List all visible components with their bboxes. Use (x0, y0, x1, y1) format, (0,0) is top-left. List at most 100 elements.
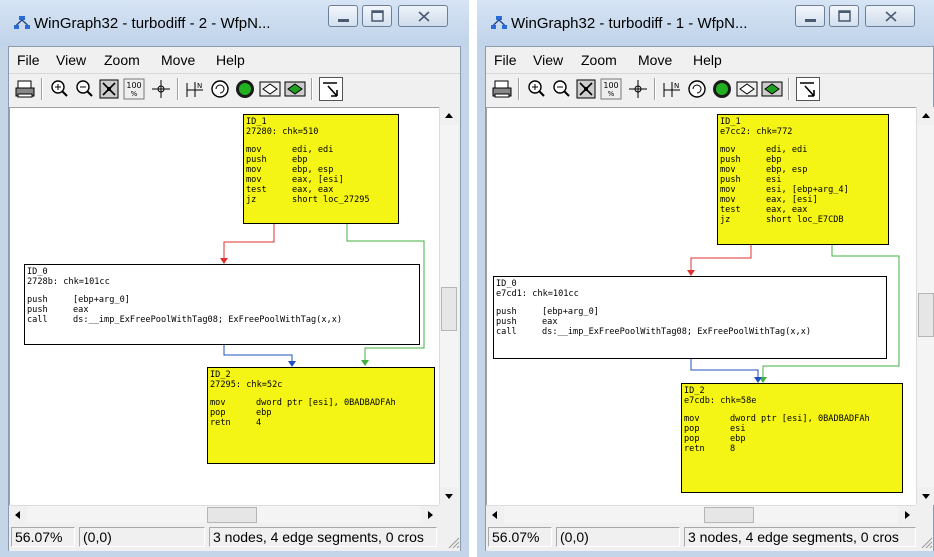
instruction-line: mov ebp, esp (246, 165, 334, 175)
arrow-up-icon (445, 113, 453, 118)
menu-view[interactable]: View (56, 52, 86, 68)
scroll-down-button[interactable] (917, 487, 934, 505)
menu-move[interactable]: Move (161, 52, 195, 68)
instruction-line: push eax (27, 305, 89, 315)
node-button[interactable] (760, 77, 784, 101)
vertical-scroll-thumb[interactable] (441, 287, 457, 331)
close-button[interactable] (865, 5, 915, 27)
menu-file[interactable]: File (494, 52, 517, 68)
fit-button[interactable] (97, 77, 121, 101)
resize-grip-icon[interactable] (919, 535, 933, 549)
zoom-in-button[interactable] (47, 77, 71, 101)
maximize-button[interactable] (362, 5, 392, 27)
menu-help[interactable]: Help (216, 52, 245, 68)
resize-grip-icon[interactable] (446, 535, 460, 549)
zoom-100-button[interactable]: 100% (122, 77, 146, 101)
zoom-100-button[interactable]: 100% (599, 77, 623, 101)
scroll-down-button[interactable] (440, 487, 458, 505)
horizontal-scrollbar[interactable] (9, 505, 439, 524)
center-button[interactable] (149, 77, 173, 101)
arrow-down-icon (445, 494, 453, 499)
status-bar: 56.07% (0,0) 3 nodes, 4 edge segments, 0… (486, 523, 933, 551)
wingraph-app-icon (491, 16, 507, 29)
zoom-out-button[interactable] (72, 77, 96, 101)
view-button[interactable] (735, 77, 759, 101)
svg-text:N: N (197, 82, 202, 90)
menu-file[interactable]: File (17, 52, 40, 68)
print-button[interactable] (13, 77, 37, 101)
position-button[interactable]: N (183, 77, 207, 101)
instruction-line: mov eax, [esi] (246, 175, 344, 185)
menu-move[interactable]: Move (638, 52, 672, 68)
node-address: e7cc2: chk=772 (720, 127, 793, 137)
node-icon (761, 81, 783, 97)
minimize-button[interactable] (328, 5, 358, 27)
close-button[interactable] (398, 5, 448, 27)
node-id: ID_2 (210, 370, 231, 380)
follow-edge-button[interactable] (319, 77, 343, 101)
title-bar[interactable]: WinGraph32 - turbodiff - 2 - WfpN... (0, 0, 469, 46)
instruction-line: push [ebp+arg_0] (496, 307, 599, 317)
minimize-icon (805, 19, 816, 22)
status-bar: 56.07% (0,0) 3 nodes, 4 edge segments, 0… (9, 523, 460, 551)
zoom-out-button[interactable] (549, 77, 573, 101)
view-icon (259, 81, 281, 97)
view-button[interactable] (258, 77, 282, 101)
graph-node-id1[interactable]: ID_1 27280: chk=510 mov edi, edi push ebp … (243, 114, 399, 224)
instruction-line: pop ebp (684, 434, 746, 444)
center-icon (152, 80, 170, 98)
print-button[interactable] (490, 77, 514, 101)
maximize-button[interactable] (829, 5, 859, 27)
follow-edge-button[interactable] (796, 77, 820, 101)
center-button[interactable] (626, 77, 650, 101)
position-button[interactable]: N (660, 77, 684, 101)
rotate-icon (211, 80, 229, 98)
menu-zoom[interactable]: Zoom (104, 52, 140, 68)
vertical-scrollbar[interactable] (916, 107, 934, 505)
rotate-button[interactable] (208, 77, 232, 101)
wingraph-window-right: WinGraph32 - turbodiff - 1 - WfpN... Fil… (477, 0, 934, 557)
menu-zoom[interactable]: Zoom (581, 52, 617, 68)
graph-node-id2[interactable]: ID_2 27295: chk=52c mov dword ptr [esi], … (207, 367, 435, 464)
close-icon (418, 11, 430, 22)
graph-canvas[interactable]: ID_1 e7cc2: chk=772 mov edi, edi push ebp … (486, 107, 917, 506)
fit-icon (99, 79, 119, 99)
graph-node-id0[interactable]: ID_0 e7cd1: chk=101cc push [ebp+arg_0] pu… (493, 276, 887, 359)
vertical-scroll-thumb[interactable] (918, 293, 934, 337)
horizontal-scroll-thumb[interactable] (207, 507, 257, 523)
node-button[interactable] (283, 77, 307, 101)
zoom-in-button[interactable] (524, 77, 548, 101)
window-client-area: File View Zoom Move Help 100% (8, 46, 461, 551)
scroll-left-button[interactable] (486, 506, 504, 524)
globe-button[interactable] (710, 77, 734, 101)
scroll-up-button[interactable] (440, 107, 458, 125)
print-icon (492, 80, 512, 98)
graph-canvas[interactable]: ID_1 27280: chk=510 mov edi, edi push ebp … (9, 107, 440, 506)
close-icon (885, 11, 897, 22)
minimize-button[interactable] (795, 5, 825, 27)
scroll-up-button[interactable] (917, 107, 934, 125)
scroll-right-button[interactable] (421, 506, 439, 524)
scroll-right-button[interactable] (898, 506, 916, 524)
status-coords: (0,0) (79, 527, 205, 547)
globe-button[interactable] (233, 77, 257, 101)
arrow-left-icon (492, 511, 497, 519)
horizontal-scroll-thumb[interactable] (704, 507, 754, 523)
graph-node-id0[interactable]: ID_0 2728b: chk=101cc push [ebp+arg_0] pu… (24, 264, 420, 345)
vertical-scrollbar[interactable] (439, 107, 458, 505)
graph-node-id2[interactable]: ID_2 e7cdb: chk=58e mov dword ptr [esi], … (681, 383, 903, 493)
instruction-line: retn 8 (684, 444, 736, 454)
status-zoom: 56.07% (11, 527, 75, 547)
fit-icon (576, 79, 596, 99)
menu-help[interactable]: Help (693, 52, 722, 68)
fit-button[interactable] (574, 77, 598, 101)
menu-view[interactable]: View (533, 52, 563, 68)
graph-node-id1[interactable]: ID_1 e7cc2: chk=772 mov edi, edi push ebp … (717, 114, 889, 245)
scroll-left-button[interactable] (9, 506, 27, 524)
view-icon (736, 81, 758, 97)
instruction-line: push ebp (720, 155, 782, 165)
rotate-button[interactable] (685, 77, 709, 101)
horizontal-scrollbar[interactable] (486, 505, 916, 524)
title-bar[interactable]: WinGraph32 - turbodiff - 1 - WfpN... (477, 0, 934, 46)
status-graph-info: 3 nodes, 4 edge segments, 0 cros (684, 527, 916, 547)
